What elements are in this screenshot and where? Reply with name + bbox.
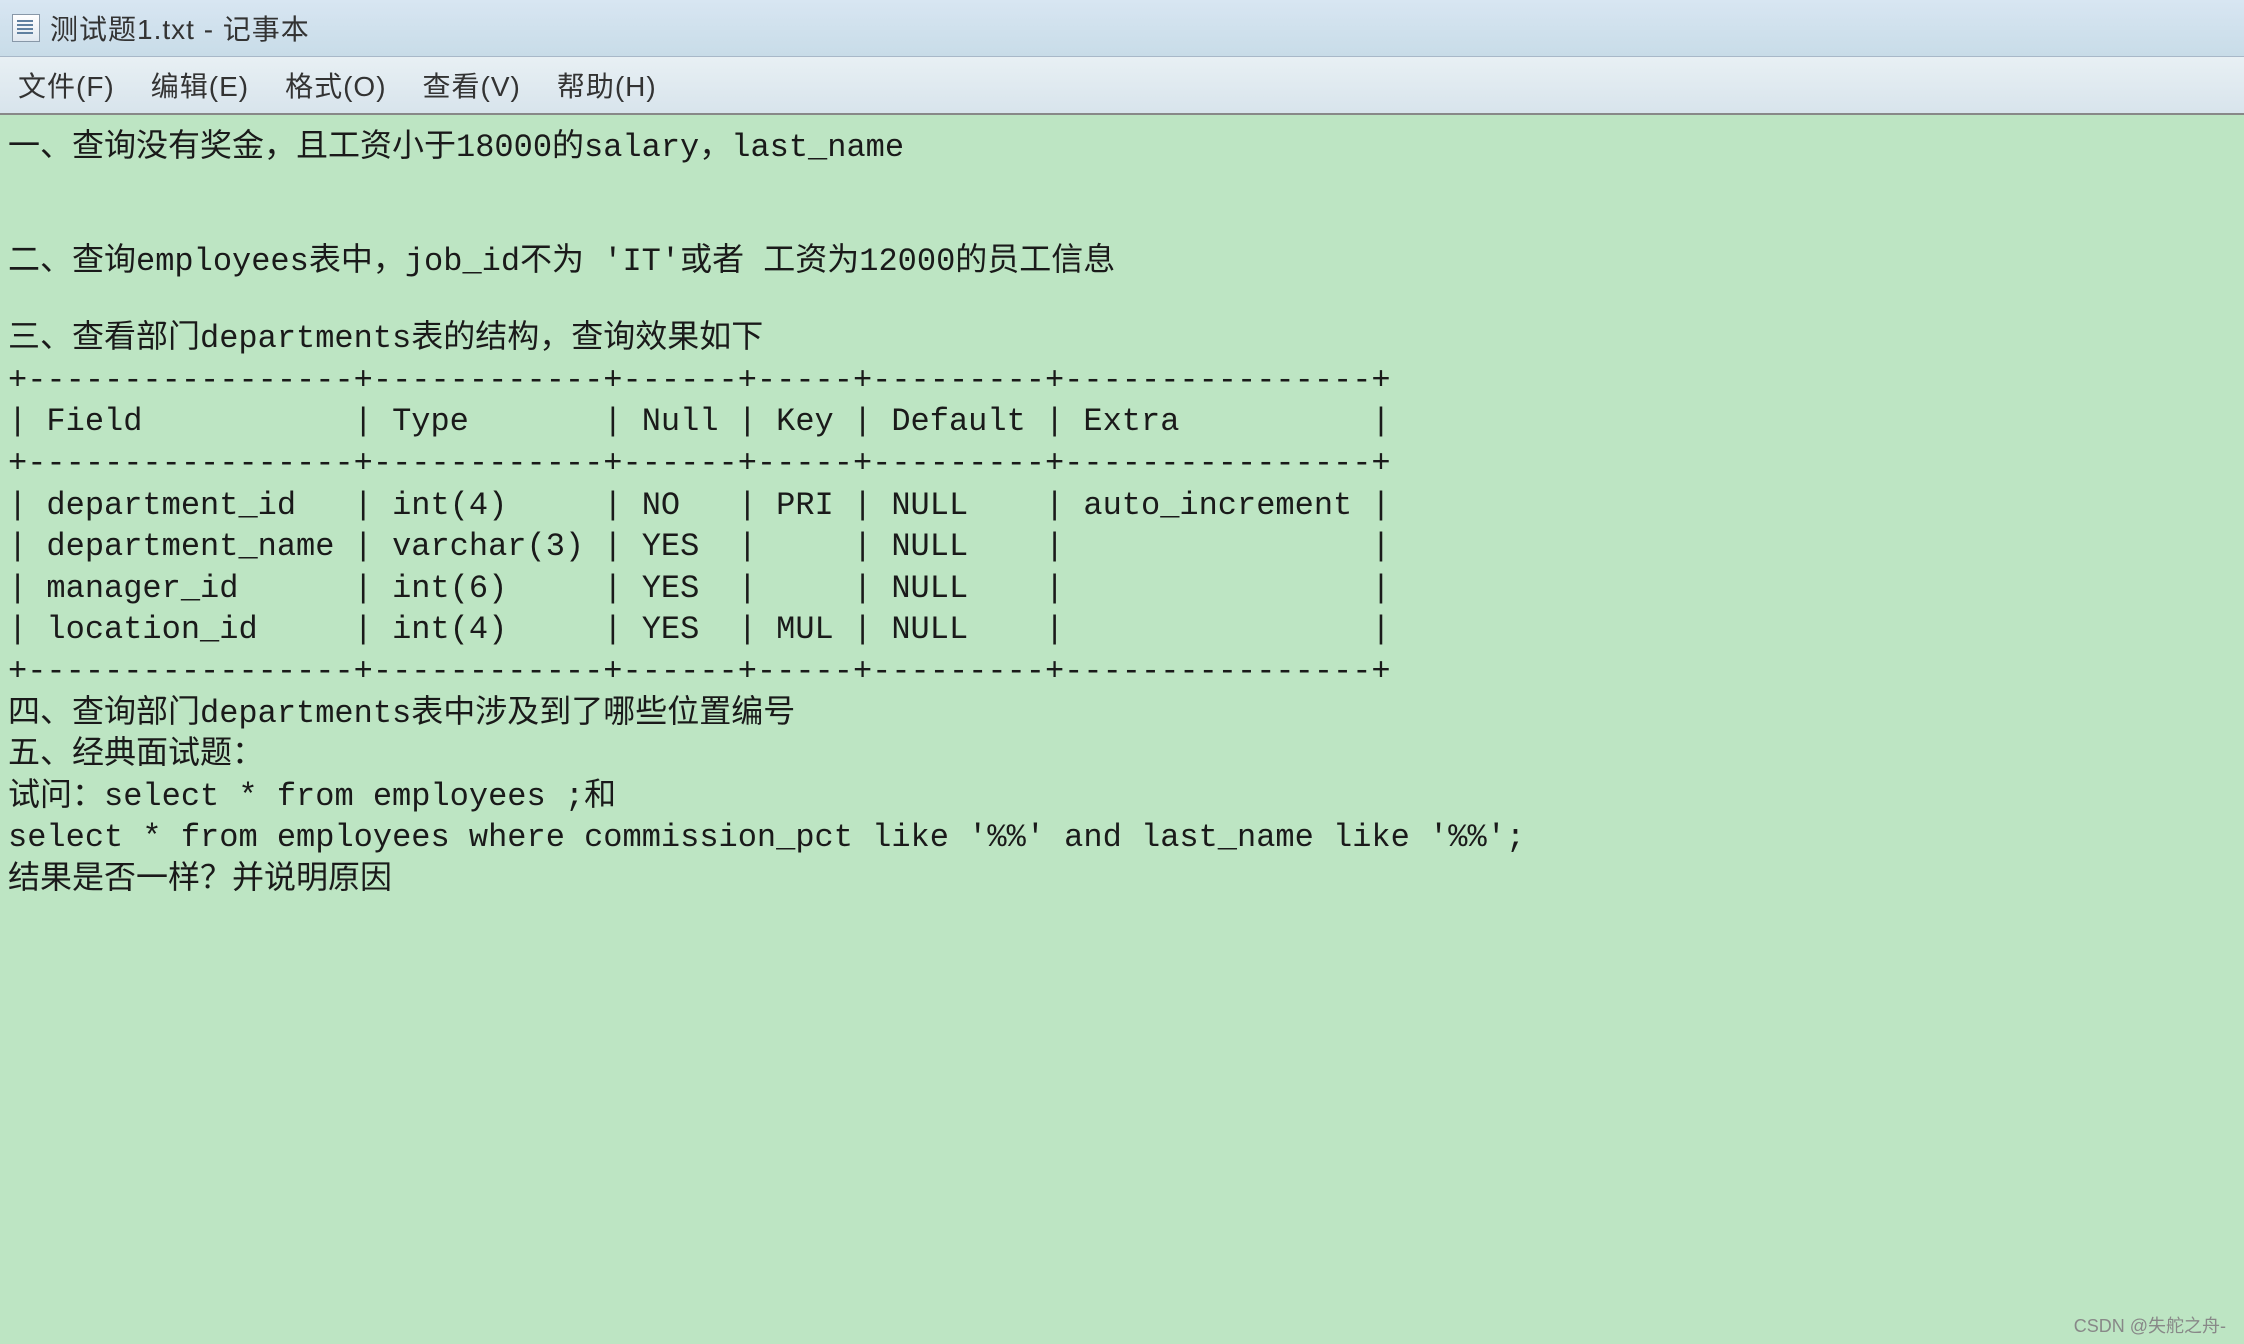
text-line: 五、经典面试题： [8, 734, 2236, 776]
text-line [8, 169, 2236, 205]
menu-format[interactable]: 格式(O) [285, 65, 386, 105]
text-line: 三、查看部门departments表的结构，查询效果如下 [8, 318, 2236, 360]
table-header: | Field | Type | Null | Key | Default | … [8, 401, 2236, 443]
text-line [8, 205, 2236, 241]
text-line: 四、查询部门departments表中涉及到了哪些位置编号 [8, 693, 2236, 735]
notepad-icon [12, 14, 40, 42]
text-line: 结果是否一样？并说明原因 [8, 859, 2236, 901]
table-row: | department_name | varchar(3) | YES | |… [8, 526, 2236, 568]
notepad-window: 测试题1.txt - 记事本 文件(F) 编辑(E) 格式(O) 查看(V) 帮… [0, 0, 2244, 1344]
table-border: +-----------------+------------+------+-… [8, 651, 2236, 693]
menu-file[interactable]: 文件(F) [18, 65, 115, 105]
menu-help[interactable]: 帮助(H) [557, 65, 657, 105]
menu-view[interactable]: 查看(V) [423, 65, 521, 105]
text-line [8, 282, 2236, 318]
table-row: | manager_id | int(6) | YES | | NULL | | [8, 568, 2236, 610]
menu-bar: 文件(F) 编辑(E) 格式(O) 查看(V) 帮助(H) [0, 57, 2244, 115]
table-border: +-----------------+------------+------+-… [8, 360, 2236, 402]
table-row: | department_id | int(4) | NO | PRI | NU… [8, 485, 2236, 527]
table-row: | location_id | int(4) | YES | MUL | NUL… [8, 609, 2236, 651]
title-bar[interactable]: 测试题1.txt - 记事本 [0, 0, 2244, 57]
text-line: 试问：select * from employees ;和 [8, 776, 2236, 818]
text-line: select * from employees where commission… [8, 817, 2236, 859]
table-border: +-----------------+------------+------+-… [8, 443, 2236, 485]
window-title: 测试题1.txt - 记事本 [50, 8, 310, 48]
menu-edit[interactable]: 编辑(E) [151, 65, 249, 105]
text-line: 一、查询没有奖金，且工资小于18000的salary，last_name [8, 127, 2236, 169]
text-editor-area[interactable]: 一、查询没有奖金，且工资小于18000的salary，last_name 二、查询… [0, 115, 2244, 1344]
text-line: 二、查询employees表中，job_id不为 'IT'或者 工资为12000… [8, 241, 2236, 283]
watermark: CSDN @失舵之舟- [2074, 1312, 2226, 1338]
